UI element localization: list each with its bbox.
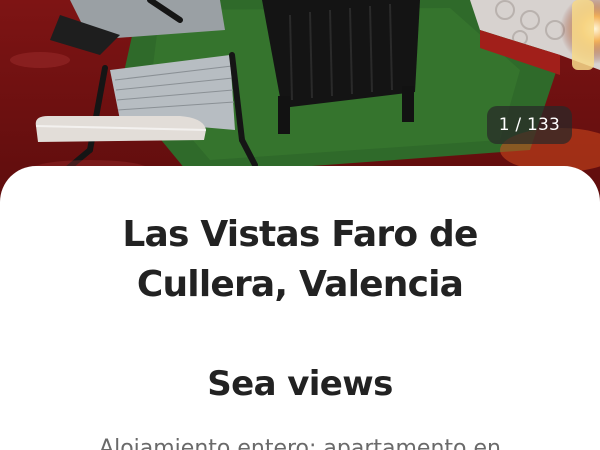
listing-highlight: Sea views (207, 364, 393, 404)
photo-counter-badge: 1 / 133 (486, 106, 572, 144)
listing-title-line-1: Las Vistas Faro de (122, 214, 478, 255)
property-type-text: Alojamiento entero: apartamento en (99, 436, 501, 450)
listing-details-sheet: Las Vistas Faro de Cullera, Valencia Sea… (0, 166, 600, 450)
listing-title: Las Vistas Faro de Cullera, Valencia (60, 210, 540, 310)
listing-title-line-2: Cullera, Valencia (136, 264, 464, 305)
listing-screen: 1 / 133 Las Vistas Faro de Cullera, Vale… (0, 0, 600, 450)
